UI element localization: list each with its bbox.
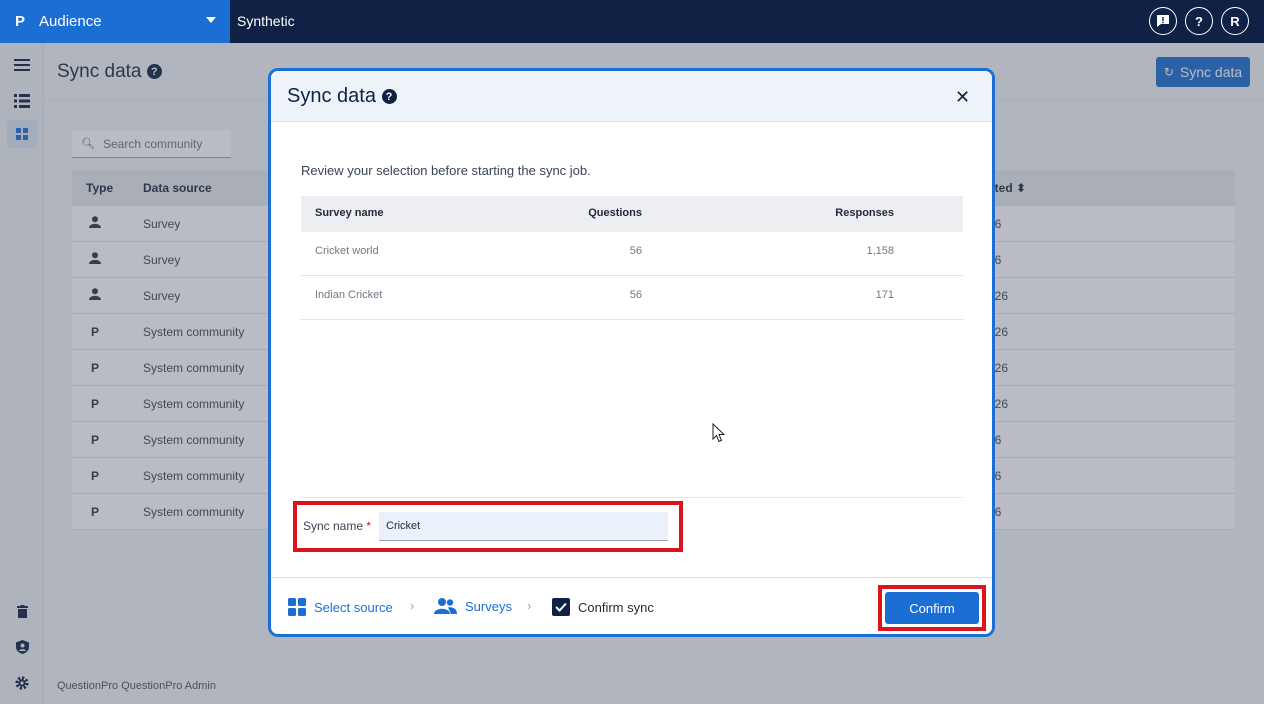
step-surveys[interactable]: Surveys xyxy=(434,598,512,614)
feedback-button[interactable] xyxy=(1149,7,1177,35)
column-questions: Questions xyxy=(588,207,642,219)
caret-down-icon xyxy=(206,17,216,23)
confirm-button[interactable]: Confirm xyxy=(885,592,979,624)
chevron-right-icon: › xyxy=(527,598,532,613)
mouse-cursor-icon xyxy=(712,423,726,443)
response-count: 171 xyxy=(875,289,894,301)
modal-title-text: Sync data xyxy=(287,85,376,107)
required-marker: * xyxy=(366,519,372,533)
step-surveys-label: Surveys xyxy=(465,598,512,614)
table-row: Cricket world 56 1,158 xyxy=(301,232,963,276)
divider xyxy=(301,497,963,498)
survey-name: Cricket world xyxy=(315,245,379,257)
sync-name-highlight: Sync name * xyxy=(293,501,683,552)
confirm-highlight: Confirm xyxy=(878,585,986,631)
column-survey-name: Survey name xyxy=(315,207,384,219)
top-bar: P Audience Synthetic ? R xyxy=(0,0,1264,43)
modal-description: Review your selection before starting th… xyxy=(301,163,591,178)
table-row: Indian Cricket 56 171 xyxy=(301,276,963,320)
sync-name-input[interactable] xyxy=(379,512,668,541)
modal-title: Sync data ? xyxy=(287,85,397,108)
checkbox-checked-icon xyxy=(552,598,570,616)
workspace-name: Synthetic xyxy=(237,13,295,29)
step-select-source[interactable]: Select source xyxy=(288,598,393,616)
modal-footer: Select source › Surveys › Confirm sync C… xyxy=(271,577,992,634)
modal-header: Sync data ? ✕ xyxy=(271,71,992,122)
questionpro-logo-icon: P xyxy=(15,13,26,30)
response-count: 1,158 xyxy=(866,245,894,257)
selection-table-header: Survey name Questions Responses xyxy=(301,196,963,232)
question-count: 56 xyxy=(629,289,642,301)
step-confirm-sync[interactable]: Confirm sync xyxy=(552,598,654,616)
sync-name-label-text: Sync name xyxy=(303,519,364,533)
chevron-right-icon: › xyxy=(410,598,415,613)
feedback-icon xyxy=(1157,15,1169,27)
selection-table: Survey name Questions Responses Cricket … xyxy=(301,196,963,320)
sync-name-label: Sync name * xyxy=(303,519,371,533)
column-responses: Responses xyxy=(835,207,894,219)
step-confirm-sync-label: Confirm sync xyxy=(578,599,654,615)
question-count: 56 xyxy=(629,245,642,257)
user-avatar-button[interactable]: R xyxy=(1221,7,1249,35)
users-icon xyxy=(434,598,457,614)
close-icon[interactable]: ✕ xyxy=(955,87,970,108)
grid-icon xyxy=(288,598,306,616)
app-switcher[interactable]: P Audience xyxy=(0,0,230,43)
survey-name: Indian Cricket xyxy=(315,289,383,301)
sync-data-modal: Sync data ? ✕ Review your selection befo… xyxy=(268,68,995,637)
app-name: Audience xyxy=(39,13,102,30)
help-button[interactable]: ? xyxy=(1185,7,1213,35)
modal-help-icon[interactable]: ? xyxy=(381,89,397,105)
step-select-source-label: Select source xyxy=(314,599,393,615)
